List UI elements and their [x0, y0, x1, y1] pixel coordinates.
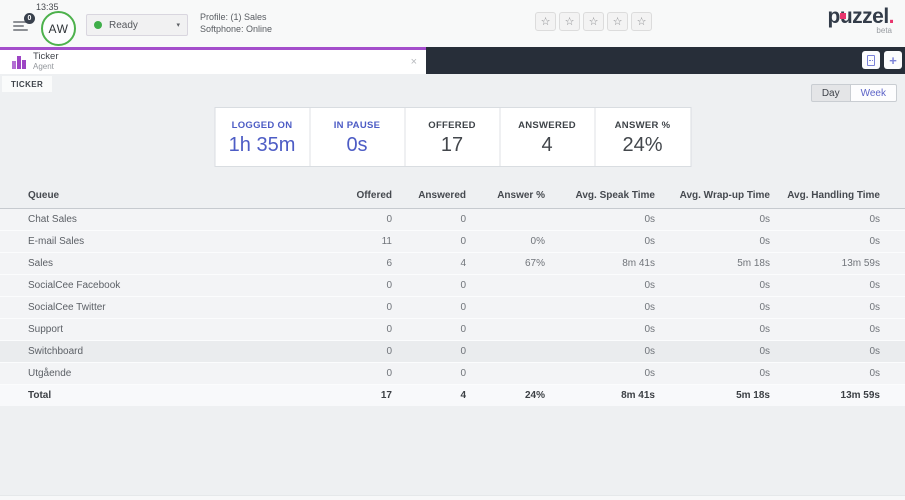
puzzel-logo: puzzel. beta	[827, 5, 894, 36]
stat-answered: ANSWERED 4	[500, 108, 595, 166]
table-row: E-mail Sales 11 0 0% 0s 0s 0s	[0, 230, 905, 253]
star-icon[interactable]: ☆	[631, 12, 652, 31]
menu-badge: 0	[24, 13, 35, 24]
stat-logged-on: LOGGED ON 1h 35m	[215, 108, 310, 166]
table-row: Switchboard 0 0 0s 0s 0s	[0, 340, 905, 363]
table-row: Utgående 0 0 0s 0s 0s	[0, 362, 905, 385]
add-tab-button[interactable]: +	[884, 51, 902, 69]
profile-line: Profile: (1) Sales	[200, 12, 267, 22]
window-footer	[0, 495, 905, 500]
status-ready-icon	[94, 21, 102, 29]
col-speak-time: Avg. Speak Time	[545, 186, 655, 209]
top-header: 13:35 0 AW Ready ▾ Profile: (1) Sales So…	[0, 0, 905, 47]
col-answered: Answered	[392, 186, 466, 209]
day-button[interactable]: Day	[810, 84, 851, 102]
stat-offered: OFFERED 17	[405, 108, 500, 166]
tab-ticker-agent[interactable]: Ticker Agent ×	[0, 47, 426, 74]
softphone-line: Softphone: Online	[200, 23, 273, 34]
star-icon[interactable]: ☆	[583, 12, 604, 31]
week-button[interactable]: Week	[849, 84, 897, 102]
table-total-row: Total 17 4 24% 8m 41s 5m 18s 13m 59s	[0, 384, 905, 406]
tab-title: Ticker	[33, 51, 59, 62]
layout-button[interactable]	[862, 51, 880, 69]
tab-subtitle: Agent	[33, 62, 54, 71]
table-row: Support 0 0 0s 0s 0s	[0, 318, 905, 341]
star-icon[interactable]: ☆	[559, 12, 580, 31]
main-content: TICKER Day Week LOGGED ON 1h 35m IN PAUS…	[0, 74, 905, 500]
status-dropdown[interactable]: Ready ▾	[86, 14, 188, 36]
tab-bar: Ticker Agent × +	[0, 47, 905, 74]
star-rating: ☆ ☆ ☆ ☆ ☆	[535, 12, 652, 31]
col-answer-pct: Answer %	[466, 186, 545, 209]
bar-chart-icon	[12, 55, 26, 69]
stat-in-pause: IN PAUSE 0s	[310, 108, 405, 166]
queue-table: Queue Offered Answered Answer % Avg. Spe…	[0, 186, 905, 406]
status-label: Ready	[109, 19, 138, 31]
tab-ticker[interactable]: TICKER	[2, 76, 53, 92]
col-wrapup-time: Avg. Wrap-up Time	[655, 186, 770, 209]
col-queue: Queue	[0, 186, 340, 209]
table-row: Chat Sales 0 0 0s 0s 0s	[0, 208, 905, 231]
chevron-down-icon: ▾	[176, 22, 180, 29]
stat-answer-pct: ANSWER % 24%	[614, 120, 671, 156]
col-handling-time: Avg. Handling Time	[770, 186, 905, 209]
close-icon[interactable]: ×	[411, 56, 417, 68]
stat-cards: LOGGED ON 1h 35m IN PAUSE 0s OFFERED 17 …	[214, 107, 691, 167]
table-row: SocialCee Twitter 0 0 0s 0s 0s	[0, 296, 905, 319]
col-offered: Offered	[340, 186, 392, 209]
avatar[interactable]: AW	[41, 11, 76, 46]
period-toggle: Day Week	[810, 84, 897, 102]
star-icon[interactable]: ☆	[607, 12, 628, 31]
table-header-row: Queue Offered Answered Answer % Avg. Spe…	[0, 186, 905, 209]
logo-mark	[840, 13, 847, 19]
profile-info: Profile: (1) Sales Softphone: Online	[200, 12, 272, 35]
table-row: SocialCee Facebook 0 0 0s 0s 0s	[0, 274, 905, 297]
star-icon[interactable]: ☆	[535, 12, 556, 31]
layout-icon	[867, 54, 875, 66]
table-row: Sales 6 4 67% 8m 41s 5m 18s 13m 59s	[0, 252, 905, 275]
